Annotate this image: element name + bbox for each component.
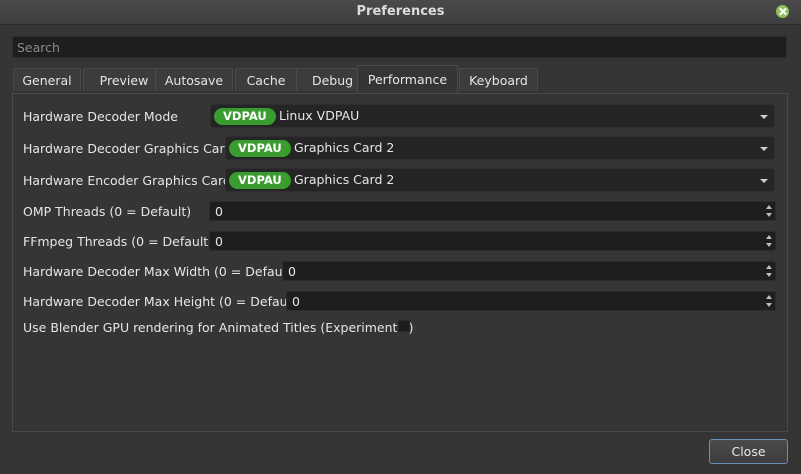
decoder-card-select[interactable]: VDPAU Graphics Card 2 — [225, 136, 775, 160]
max-height-input[interactable]: 0 — [286, 291, 776, 311]
encoder-card-select[interactable]: VDPAU Graphics Card 2 — [225, 168, 775, 192]
window-close-icon[interactable] — [776, 5, 789, 18]
encoder-card-label: Hardware Encoder Graphics Card — [23, 173, 231, 188]
vdpau-badge: VDPAU — [214, 108, 276, 125]
max-height-value: 0 — [292, 294, 300, 309]
tab-performance[interactable]: Performance — [357, 65, 458, 93]
tab-keyboard[interactable]: Keyboard — [459, 68, 538, 91]
spin-up-icon[interactable] — [766, 265, 772, 269]
ffmpeg-threads-value: 0 — [215, 234, 223, 249]
vdpau-badge: VDPAU — [229, 172, 291, 189]
spin-up-icon[interactable] — [766, 295, 772, 299]
chevron-down-icon — [760, 115, 768, 119]
omp-threads-input[interactable]: 0 — [209, 201, 776, 221]
decoder-mode-select[interactable]: VDPAU Linux VDPAU — [210, 104, 775, 128]
spin-down-icon[interactable] — [766, 243, 772, 247]
tab-general[interactable]: General — [13, 68, 81, 91]
blender-gpu-checkbox[interactable] — [398, 320, 410, 332]
encoder-card-value: Graphics Card 2 — [294, 172, 395, 187]
max-width-value: 0 — [288, 264, 296, 279]
decoder-mode-label: Hardware Decoder Mode — [23, 109, 178, 124]
spin-up-icon[interactable] — [766, 235, 772, 239]
vdpau-badge: VDPAU — [229, 140, 291, 157]
tab-cache[interactable]: Cache — [235, 68, 297, 91]
blender-gpu-label: Use Blender GPU rendering for Animated T… — [23, 320, 414, 335]
ffmpeg-threads-label: FFmpeg Threads (0 = Default) — [23, 234, 214, 249]
omp-threads-value: 0 — [215, 204, 223, 219]
tab-autosave[interactable]: Autosave — [155, 68, 233, 91]
decoder-card-value: Graphics Card 2 — [294, 140, 395, 155]
close-button[interactable]: Close — [709, 439, 788, 464]
title-bar: Preferences — [0, 0, 801, 25]
spin-down-icon[interactable] — [766, 273, 772, 277]
tab-preview[interactable]: Preview — [83, 68, 165, 91]
decoder-card-label: Hardware Decoder Graphics Card — [23, 141, 233, 156]
window-title: Preferences — [356, 4, 445, 19]
spin-down-icon[interactable] — [766, 303, 772, 307]
ffmpeg-threads-input[interactable]: 0 — [209, 231, 776, 251]
search-input[interactable] — [12, 36, 787, 58]
spin-up-icon[interactable] — [766, 205, 772, 209]
chevron-down-icon — [760, 179, 768, 183]
decoder-mode-value: Linux VDPAU — [279, 108, 360, 123]
max-width-label: Hardware Decoder Max Width (0 = Default) — [23, 264, 296, 279]
spin-down-icon[interactable] — [766, 213, 772, 217]
omp-threads-label: OMP Threads (0 = Default) — [23, 204, 192, 219]
max-height-label: Hardware Decoder Max Height (0 = Default… — [23, 294, 301, 309]
max-width-input[interactable]: 0 — [282, 261, 776, 281]
chevron-down-icon — [760, 147, 768, 151]
